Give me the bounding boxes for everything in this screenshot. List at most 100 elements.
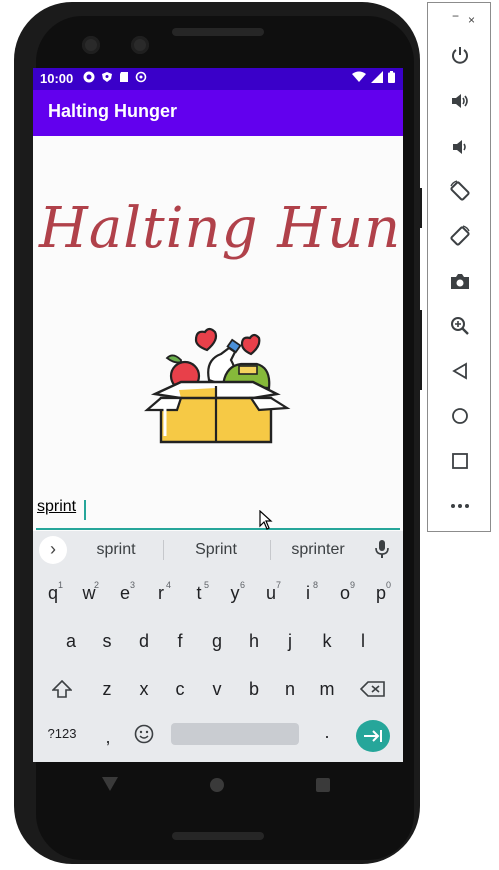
key-k[interactable]: k (309, 621, 345, 661)
headline-logo-text: Halting Hunger (39, 196, 403, 261)
key-z[interactable]: z (89, 669, 125, 709)
volume-down-button[interactable] (446, 133, 474, 161)
key-e[interactable]: e3 (107, 573, 143, 613)
mouse-pointer-icon (259, 510, 273, 530)
zoom-button[interactable] (446, 312, 474, 340)
rotate-right-button[interactable] (446, 222, 474, 250)
period-key[interactable]: . (309, 712, 345, 752)
side-button-upper (418, 188, 422, 228)
battery-icon (388, 71, 395, 83)
key-m[interactable]: m (309, 669, 345, 709)
key-c[interactable]: c (162, 669, 198, 709)
back-button[interactable] (446, 357, 474, 385)
rotate-left-button[interactable] (446, 177, 474, 205)
volume-up-button[interactable] (446, 87, 474, 115)
device-screen: 10:00 Halting Hunger Halting Hunger (33, 68, 403, 762)
sync-icon (135, 71, 147, 83)
front-camera-right (131, 36, 149, 54)
screenshot-button[interactable] (446, 267, 474, 295)
side-button-lower (418, 310, 422, 390)
key-n[interactable]: n (272, 669, 308, 709)
key-d[interactable]: d (126, 621, 162, 661)
sd-card-icon (120, 72, 128, 82)
key-x[interactable]: x (126, 669, 162, 709)
status-time: 10:00 (40, 71, 74, 86)
text-cursor (84, 500, 86, 520)
enter-arrow-icon (364, 730, 382, 742)
home-button[interactable] (446, 402, 474, 430)
camera-icon (451, 274, 469, 289)
space-bar[interactable] (171, 723, 299, 745)
home-icon (452, 408, 468, 424)
power-icon (452, 47, 468, 64)
app-bar: Halting Hunger (33, 90, 403, 136)
suggestion-strip: › sprint Sprint sprinter (33, 531, 403, 569)
comma-key[interactable]: , (90, 717, 126, 757)
key-y[interactable]: y6 (217, 573, 253, 613)
key-q[interactable]: q1 (35, 573, 71, 613)
key-r[interactable]: r4 (143, 573, 179, 613)
status-right-icons (352, 71, 395, 83)
chevron-right-icon[interactable]: › (39, 536, 67, 564)
key-a[interactable]: a (53, 621, 89, 661)
volume-down-icon (453, 140, 466, 154)
back-icon (452, 362, 467, 380)
key-b[interactable]: b (236, 669, 272, 709)
more-icon (451, 504, 469, 508)
backspace-key[interactable] (355, 669, 391, 709)
key-w[interactable]: w2 (71, 573, 107, 613)
key-l[interactable]: l (345, 621, 381, 661)
key-t[interactable]: t5 (181, 573, 217, 613)
key-s[interactable]: s (89, 621, 125, 661)
key-f[interactable]: f (162, 621, 198, 661)
search-text-field[interactable]: sprint (36, 492, 400, 530)
key-i[interactable]: i8 (290, 573, 326, 613)
overview-button[interactable] (446, 447, 474, 475)
zoom-icon (451, 317, 469, 335)
nav-back-icon[interactable] (101, 775, 119, 793)
wifi-icon (352, 71, 366, 82)
backspace-icon (359, 681, 385, 697)
more-button[interactable] (446, 492, 474, 520)
emoji-key[interactable] (126, 714, 162, 754)
status-bar: 10:00 (33, 68, 403, 90)
nav-overview-icon[interactable] (315, 777, 331, 793)
close-button[interactable]: × (468, 13, 475, 27)
bottom-speaker (172, 832, 264, 840)
rotate-left-icon (450, 180, 470, 201)
front-camera-left (82, 36, 100, 54)
suggestion-2[interactable]: Sprint (166, 541, 266, 559)
suggestion-divider (163, 540, 164, 560)
signal-icon (371, 71, 383, 83)
shift-key[interactable] (44, 669, 80, 709)
rotate-right-icon (450, 225, 470, 246)
soft-keyboard: › sprint Sprint sprinter q1 w2 e3 r4 t5 … (33, 531, 403, 762)
shield-icon (102, 72, 112, 82)
suggestion-3[interactable]: sprinter (268, 541, 368, 559)
key-v[interactable]: v (199, 669, 235, 709)
emulator-toolbar: − × (427, 2, 491, 532)
key-h[interactable]: h (236, 621, 272, 661)
nav-home-icon[interactable] (209, 777, 225, 793)
volume-up-icon (452, 94, 468, 108)
top-speaker (172, 28, 264, 36)
emoji-icon (134, 724, 154, 744)
microphone-icon[interactable] (375, 539, 389, 559)
minimize-button[interactable]: − (452, 9, 459, 23)
key-p[interactable]: p0 (363, 573, 399, 613)
shift-icon (51, 679, 73, 698)
key-g[interactable]: g (199, 621, 235, 661)
suggestion-1[interactable]: sprint (66, 541, 166, 559)
text-field-value: sprint (37, 498, 77, 515)
overview-icon (452, 453, 468, 469)
food-donation-box-illustration (144, 327, 291, 444)
gear-icon (83, 71, 95, 83)
app-title: Halting Hunger (48, 101, 177, 121)
symbols-key[interactable]: ?123 (41, 714, 83, 754)
key-u[interactable]: u7 (253, 573, 289, 613)
key-j[interactable]: j (272, 621, 308, 661)
enter-key[interactable] (356, 720, 390, 752)
power-button[interactable] (446, 41, 474, 69)
status-left-icons (83, 71, 147, 83)
key-o[interactable]: o9 (327, 573, 363, 613)
